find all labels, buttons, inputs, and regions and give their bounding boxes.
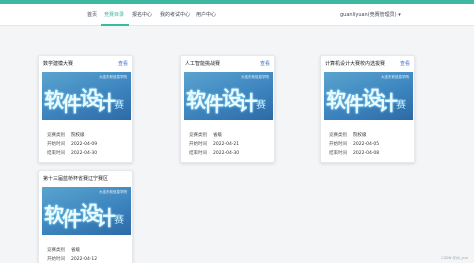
view-link[interactable]: 查看 [260, 60, 270, 67]
competition-card: 计算机设计大赛校内选拔赛 查看 大连东软信息学院 软件设计赛 竞赛类别 院校级 开… [320, 55, 415, 163]
banner-logo: 大连东软信息学院 [381, 75, 409, 79]
competition-card: 数学建模大赛 查看 大连东软信息学院 软件设计赛 竞赛类别 院校级 开始时间 202… [38, 55, 133, 163]
info-row: 结束时间 2022-04-30 [47, 151, 98, 156]
banner-artwork: 软件设计赛 [326, 86, 406, 116]
banner-logo: 大连东软信息学院 [99, 190, 127, 194]
nav-item-exam-center[interactable]: 我的考试中心 [160, 11, 190, 18]
info-row: 结束时间 2022-04-08 [329, 151, 380, 156]
nav-item-competitions[interactable]: 竞赛目录 [104, 11, 124, 18]
main-nav: 首页 竞赛目录 报名中心 我的考试中心 用户中心 guanliyuan(竞赛管理… [0, 4, 474, 26]
banner-artwork: 软件设计赛 [44, 201, 124, 231]
info-row: 竞赛类别 省级 [47, 248, 80, 253]
card-banner: 大连东软信息学院 软件设计赛 [324, 72, 413, 120]
card-banner: 大连东软信息学院 软件设计赛 [42, 187, 131, 235]
card-title: 计算机设计大赛校内选拔赛 [325, 61, 386, 67]
info-row: 开始时间 2022-04-05 [329, 142, 380, 147]
user-menu[interactable]: guanliyuan(竞赛管理员) ▾ [340, 11, 401, 18]
nav-item-user-center[interactable]: 用户中心 [196, 11, 216, 18]
active-tab-indicator [101, 24, 129, 26]
card-title: 第十三届蓝桥杯省赛辽宁赛区 [43, 176, 109, 182]
view-link[interactable]: 查看 [118, 60, 128, 67]
banner-artwork: 软件设计赛 [44, 86, 124, 116]
banner-artwork: 软件设计赛 [186, 86, 266, 116]
card-title: 人工智能挑战赛 [185, 61, 221, 67]
info-row: 开始时间 2022-04-12 [47, 257, 98, 262]
banner-logo: 大连东软信息学院 [99, 75, 127, 79]
card-banner: 大连东软信息学院 软件设计赛 [184, 72, 273, 120]
info-row: 开始时间 2022-04-21 [189, 142, 240, 147]
competition-card: 第十三届蓝桥杯省赛辽宁赛区 大连东软信息学院 软件设计赛 竞赛类别 省级 开始时间… [38, 170, 133, 263]
banner-logo: 大连东软信息学院 [241, 75, 269, 79]
csdn-watermark: CSDN @jiji_yun [441, 256, 468, 260]
info-row: 竞赛类别 省级 [189, 133, 222, 138]
view-link[interactable]: 查看 [400, 60, 410, 67]
nav-item-home[interactable]: 首页 [87, 11, 97, 18]
info-row: 结束时间 2022-04-30 [189, 151, 240, 156]
card-title: 数学建模大赛 [43, 61, 74, 67]
card-banner: 大连东软信息学院 软件设计赛 [42, 72, 131, 120]
info-row: 开始时间 2022-04-09 [47, 142, 98, 147]
competition-card: 人工智能挑战赛 查看 大连东软信息学院 软件设计赛 竞赛类别 省级 开始时间 202… [180, 55, 275, 163]
info-row: 竞赛类别 院校级 [329, 133, 367, 138]
info-row: 竞赛类别 院校级 [47, 133, 85, 138]
nav-item-registration[interactable]: 报名中心 [132, 11, 152, 18]
